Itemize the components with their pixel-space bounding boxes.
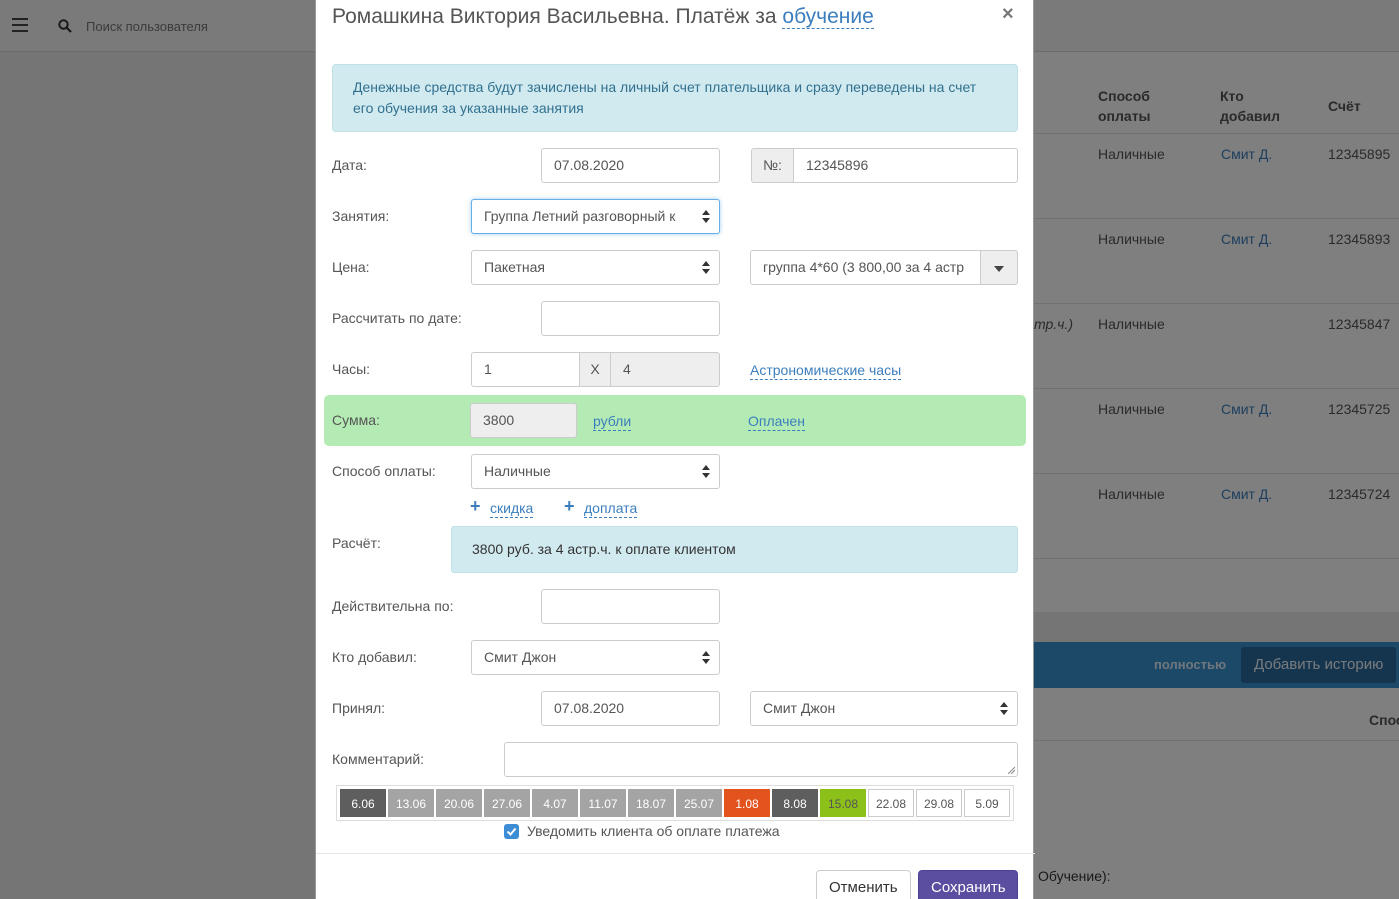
lesson-date-chip[interactable]: 15.08 xyxy=(820,789,866,817)
date-input[interactable]: 07.08.2020 xyxy=(541,148,720,183)
payment-modal: Ромашкина Виктория Васильевна. Платёж за… xyxy=(315,0,1035,899)
select-arrows-icon xyxy=(702,651,710,664)
hours-multiply-sign: X xyxy=(579,352,611,387)
select-arrows-icon xyxy=(702,465,710,478)
select-arrows-icon xyxy=(1000,702,1008,715)
payment-method-label: Способ оплаты: xyxy=(332,463,436,479)
lesson-date-chip[interactable]: 5.09 xyxy=(964,789,1010,817)
lesson-dates-strip: 6.06 13.06 20.06 27.06 4.07 11.07 18.07 25.07 1.… xyxy=(336,785,1014,821)
lesson-date-chip[interactable]: 1.08 xyxy=(724,789,770,817)
hours-type-link[interactable]: Астрономические часы xyxy=(750,361,902,380)
number-input[interactable]: 12345896 xyxy=(793,148,1018,183)
comment-label: Комментарий: xyxy=(332,751,425,767)
modal-title: Ромашкина Виктория Васильевна. Платёж за… xyxy=(332,5,874,29)
price-type-value: Пакетная xyxy=(484,259,545,275)
price-package-dropdown-button[interactable] xyxy=(980,250,1018,285)
caret-down-icon xyxy=(994,266,1004,272)
lesson-date-chip[interactable]: 18.07 xyxy=(628,789,674,817)
save-button[interactable]: Сохранить xyxy=(918,870,1018,899)
info-alert: Денежные средства будут зачислены на лич… xyxy=(332,64,1018,132)
paid-status-link[interactable]: Оплачен xyxy=(748,412,805,431)
accepted-label: Принял: xyxy=(332,700,386,716)
lessons-label: Занятия: xyxy=(332,208,390,224)
select-arrows-icon xyxy=(702,261,710,274)
accepted-by-value: Смит Джон xyxy=(763,700,836,716)
payment-method-value: Наличные xyxy=(484,463,551,479)
valid-until-label: Действительна по: xyxy=(332,598,454,614)
notify-label: Уведомить клиента об оплате платежа xyxy=(527,823,780,839)
notify-checkbox[interactable] xyxy=(504,824,519,839)
currency-link[interactable]: рубли xyxy=(593,412,632,431)
accepted-date-input[interactable]: 07.08.2020 xyxy=(541,691,720,726)
accepted-by-select[interactable]: Смит Джон xyxy=(750,691,1018,726)
comment-textarea[interactable] xyxy=(504,742,1018,777)
lesson-date-chip[interactable]: 27.06 xyxy=(484,789,530,817)
calc-by-date-label: Рассчитать по дате: xyxy=(332,310,462,326)
calc-summary: 3800 руб. за 4 астр.ч. к оплате клиентом xyxy=(451,526,1018,573)
plus-icon: + xyxy=(470,496,481,516)
lesson-date-chip[interactable]: 22.08 xyxy=(868,789,914,817)
resize-handle-icon[interactable] xyxy=(1007,766,1015,774)
sum-row xyxy=(324,395,1026,446)
lesson-date-chip[interactable]: 8.08 xyxy=(772,789,818,817)
number-prefix: №: xyxy=(751,148,794,183)
added-by-select[interactable]: Смит Джон xyxy=(471,640,720,675)
title-purpose-link[interactable]: обучение xyxy=(782,5,874,29)
close-icon[interactable]: × xyxy=(1002,3,1014,26)
lessons-select[interactable]: Группа Летний разговорный к xyxy=(471,199,720,234)
cancel-button[interactable]: Отменить xyxy=(816,870,911,899)
hours-multiplier-input: 4 xyxy=(610,352,720,387)
title-text: Ромашкина Виктория Васильевна. Платёж за xyxy=(332,5,777,28)
calc-by-date-input[interactable] xyxy=(541,301,720,336)
hours-label: Часы: xyxy=(332,361,371,377)
plus-icon: + xyxy=(564,496,575,516)
price-package-input[interactable]: группа 4*60 (3 800,00 за 4 астр xyxy=(750,250,981,285)
lesson-date-chip[interactable]: 20.06 xyxy=(436,789,482,817)
lesson-date-chip[interactable]: 4.07 xyxy=(532,789,578,817)
added-by-value: Смит Джон xyxy=(484,649,557,665)
valid-until-input[interactable] xyxy=(541,589,720,624)
surcharge-link[interactable]: доплата xyxy=(584,499,638,518)
payment-method-select[interactable]: Наличные xyxy=(471,454,720,489)
added-by-label: Кто добавил: xyxy=(332,649,417,665)
sum-input: 3800 xyxy=(470,403,577,438)
check-icon xyxy=(506,827,517,836)
lesson-date-chip[interactable]: 29.08 xyxy=(916,789,962,817)
lesson-date-chip[interactable]: 13.06 xyxy=(388,789,434,817)
discount-link[interactable]: скидка xyxy=(490,499,534,518)
price-type-select[interactable]: Пакетная xyxy=(471,250,720,285)
price-label: Цена: xyxy=(332,259,370,275)
calc-label: Расчёт: xyxy=(332,535,381,551)
hours-input[interactable]: 1 xyxy=(471,352,580,387)
sum-label: Сумма: xyxy=(332,412,380,428)
lesson-date-chip[interactable]: 25.07 xyxy=(676,789,722,817)
lessons-select-value: Группа Летний разговорный к xyxy=(484,208,676,224)
lesson-date-chip[interactable]: 6.06 xyxy=(340,789,386,817)
select-arrows-icon xyxy=(702,210,710,223)
date-label: Дата: xyxy=(332,157,367,173)
footer-divider xyxy=(316,853,1035,854)
lesson-date-chip[interactable]: 11.07 xyxy=(580,789,626,817)
